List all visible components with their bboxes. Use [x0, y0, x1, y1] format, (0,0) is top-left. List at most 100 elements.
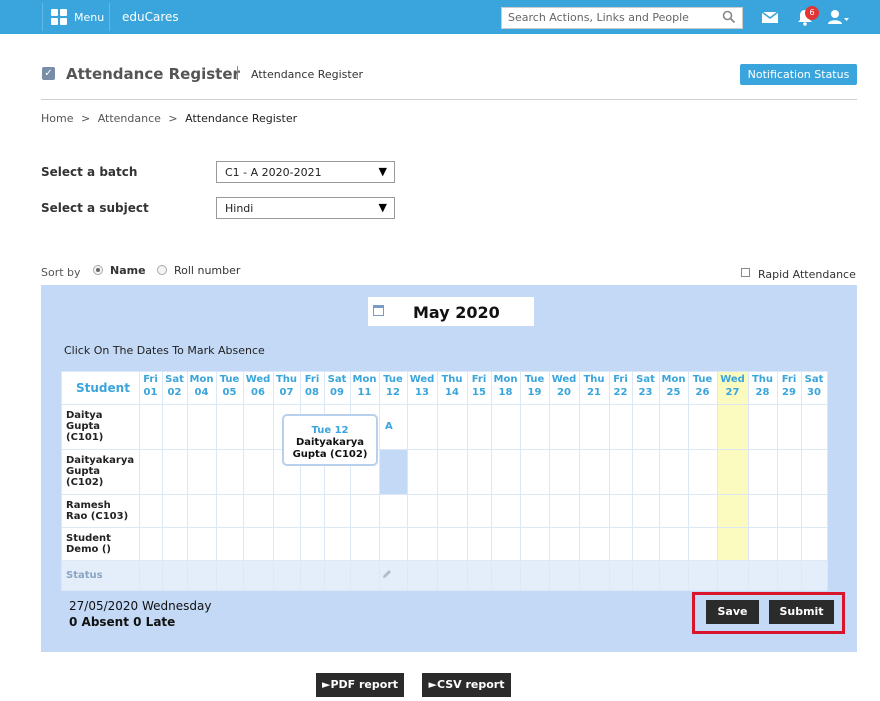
day-header-11[interactable]: Mon 11	[350, 373, 379, 399]
day-number: 08	[305, 387, 319, 398]
student-name-4[interactable]: Student Demo ()	[66, 533, 136, 555]
day-header-12[interactable]: Tue 12	[379, 373, 407, 399]
grid-menu-icon	[51, 9, 67, 25]
absent-mark[interactable]: A	[385, 421, 393, 432]
grid-row-line	[61, 560, 827, 561]
day-number: 14	[445, 387, 459, 398]
day-header-04[interactable]: Mon 04	[187, 373, 216, 399]
day-header-19[interactable]: Tue 19	[520, 373, 549, 399]
sort-by-label: Sort by	[41, 266, 81, 279]
search-input[interactable]: Search Actions, Links and People	[501, 7, 743, 29]
subject-select[interactable]: Hindi ▼	[216, 197, 395, 219]
breadcrumb-attendance[interactable]: Attendance	[98, 112, 161, 125]
day-header-05[interactable]: Tue 05	[216, 373, 243, 399]
breadcrumb-current: Attendance Register	[185, 112, 298, 125]
day-header-20[interactable]: Wed 20	[549, 373, 579, 399]
notification-status-button[interactable]: Notification Status	[740, 64, 857, 85]
day-header-07[interactable]: Thu 07	[273, 373, 300, 399]
mail-icon[interactable]	[759, 7, 781, 27]
csv-report-button[interactable]: ►CSV report	[422, 673, 511, 697]
rapid-attendance-checkbox[interactable]	[741, 268, 750, 277]
day-of-week: Fri	[781, 374, 797, 385]
grid-row-line	[61, 494, 827, 495]
student-name-line: Daityakarya	[66, 455, 135, 466]
batch-select[interactable]: C1 - A 2020-2021 ▼	[216, 161, 395, 183]
day-of-week: Fri	[143, 374, 158, 385]
tooltip-date: Tue 12	[311, 425, 349, 436]
day-header-14[interactable]: Thu 14	[437, 373, 467, 399]
student-name-2[interactable]: Daityakarya Gupta (C102)	[66, 455, 136, 488]
day-header-06[interactable]: Wed 06	[243, 373, 273, 399]
breadcrumb-home[interactable]: Home	[41, 112, 73, 125]
month-label: May 2020	[413, 303, 500, 322]
day-header-18[interactable]: Mon 18	[491, 373, 520, 399]
day-of-week: Sat	[804, 374, 824, 385]
day-of-week: Fri	[613, 374, 628, 385]
day-header-27[interactable]: Wed 27	[717, 373, 748, 399]
day-number: 12	[386, 387, 400, 398]
student-name-1[interactable]: Daitya Gupta (C101)	[66, 410, 136, 443]
menu-label: Menu	[74, 10, 105, 24]
edit-pencil-icon[interactable]	[381, 568, 393, 580]
day-of-week: Thu	[275, 374, 298, 385]
student-name-line: Student	[66, 533, 111, 544]
day-number: 22	[613, 387, 628, 398]
sort-roll-number-label[interactable]: Roll number	[174, 264, 240, 277]
breadcrumb-separator: >	[80, 112, 91, 125]
pdf-report-button[interactable]: ►PDF report	[316, 673, 404, 697]
menu-button[interactable]: Menu	[42, 3, 110, 31]
day-of-week: Tue	[524, 374, 545, 385]
day-number: 02	[167, 387, 182, 398]
status-row	[61, 560, 827, 590]
sort-roll-number-radio[interactable]	[157, 265, 167, 275]
day-number: 19	[527, 387, 542, 398]
day-header-02[interactable]: Sat 02	[162, 373, 187, 399]
day-header-28[interactable]: Thu 28	[748, 373, 777, 399]
rapid-attendance-label[interactable]: Rapid Attendance	[758, 268, 856, 281]
day-header-23[interactable]: Sat 23	[632, 373, 659, 399]
subject-label: Select a subject	[41, 201, 149, 215]
student-column-header: Student	[76, 381, 130, 395]
day-of-week: Fri	[471, 374, 487, 385]
day-header-25[interactable]: Mon 25	[659, 373, 688, 399]
day-header-21[interactable]: Thu 21	[579, 373, 609, 399]
day-header-13[interactable]: Wed 13	[407, 373, 437, 399]
brand-name[interactable]: eduCares	[122, 10, 179, 24]
day-of-week: Sat	[165, 374, 184, 385]
subject-select-value: Hindi	[225, 202, 254, 215]
batch-label: Select a batch	[41, 165, 138, 179]
day-header-08[interactable]: Fri 08	[300, 373, 324, 399]
save-button[interactable]: Save	[706, 600, 759, 624]
header-divider	[41, 99, 857, 100]
student-name-line: Daitya	[66, 410, 103, 421]
user-profile-icon[interactable]	[826, 7, 852, 27]
submit-button[interactable]: Submit	[769, 600, 834, 624]
sort-name-radio[interactable]	[93, 265, 103, 275]
search-icon[interactable]	[722, 10, 736, 24]
sort-name-label[interactable]: Name	[110, 264, 146, 277]
day-number: 13	[415, 387, 429, 398]
day-of-week: Mon	[661, 374, 686, 385]
student-name-line: Gupta	[66, 421, 101, 432]
day-number: 06	[251, 387, 265, 398]
calendar-icon[interactable]	[373, 305, 384, 316]
day-header-26[interactable]: Tue 26	[688, 373, 717, 399]
summary-counts: 0 Absent 0 Late	[69, 615, 176, 629]
day-number: 11	[357, 387, 372, 398]
day-header-22[interactable]: Fri 22	[609, 373, 632, 399]
student-name-3[interactable]: Ramesh Rao (C103)	[66, 500, 136, 522]
day-header-29[interactable]: Fri 29	[777, 373, 801, 399]
grid-row-line	[61, 527, 827, 528]
student-name-line: Rao (C103)	[66, 511, 129, 522]
day-of-week: Tue	[692, 374, 713, 385]
day-header-30[interactable]: Sat 30	[801, 373, 827, 399]
day-header-01[interactable]: Fri 01	[139, 373, 162, 399]
selected-absence-cell[interactable]	[379, 449, 407, 494]
month-selector[interactable]: May 2020	[368, 297, 534, 326]
day-number: 04	[194, 387, 209, 398]
day-of-week: Fri	[304, 374, 320, 385]
grid-row-line	[61, 449, 827, 450]
day-header-15[interactable]: Fri 15	[467, 373, 491, 399]
day-header-09[interactable]: Sat 09	[324, 373, 350, 399]
day-number: 21	[587, 387, 601, 398]
